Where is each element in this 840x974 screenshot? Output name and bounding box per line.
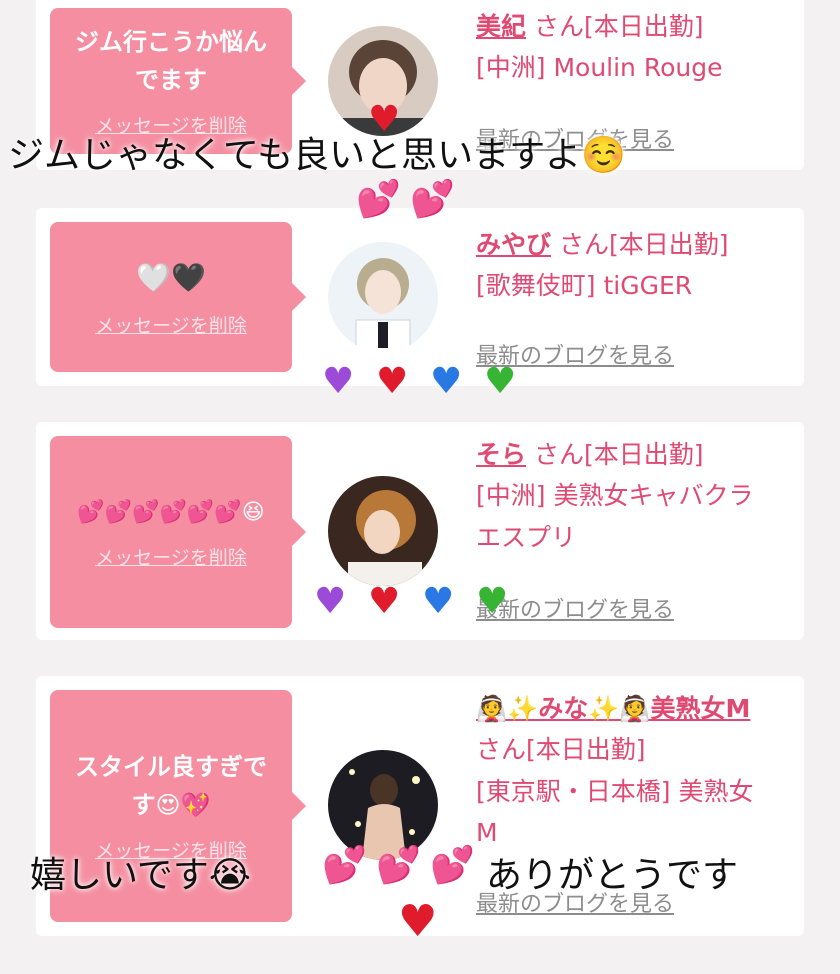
message-text: スタイル良すぎです😍💖 [75,753,267,819]
avatar[interactable] [328,750,438,860]
pink-hearts-sticker: 💕 [376,845,421,886]
message-text: ジム行こうか悩んでます [75,28,267,94]
cast-location: [中洲] 美熟女キャバクラ エスプリ [476,481,754,552]
cast-status: さん[本日出勤] [558,230,729,259]
cast-info: 👰✨みな✨👰美熟女M さん[本日出勤] [東京駅・日本橋] 美熟女 M [476,688,776,853]
cast-name-link[interactable]: そら [476,440,526,469]
cast-info: そら さん[本日出勤] [中洲] 美熟女キャバクラ エスプリ [476,434,776,558]
pink-hearts-sticker: 💕 [356,179,401,220]
cast-status: さん[本日出勤] [476,735,646,765]
green-heart-sticker: ♥ [476,581,509,622]
cast-location: [中洲] Moulin Rouge [476,53,723,83]
cast-location: [東京駅・日本橋] 美熟女 M [476,776,754,847]
red-heart-sticker: ♥ [376,361,409,402]
red-heart-sticker: ♥ [398,896,438,947]
red-heart-sticker: ♥ [368,581,401,622]
message-card: 🤍🖤 メッセージを削除 みやび さん[本日出勤] [歌舞伎町] tiGGER 最… [36,208,804,386]
message-text: 💕💕💕💕💕💕😆 [77,499,265,525]
blue-heart-sticker: ♥ [422,581,455,622]
overlay-caption: 嬉しいです😭 [30,855,251,896]
delete-message-link[interactable]: メッセージを削除 [95,311,247,338]
cast-info: みやび さん[本日出勤] [歌舞伎町] tiGGER [476,224,796,307]
overlay-caption: ジムじゃなくても良いと思いますよ☺️ [8,135,626,176]
avatar[interactable] [328,242,438,352]
cast-location: [歌舞伎町] tiGGER [476,271,693,301]
green-heart-sticker: ♥ [484,361,517,402]
message-text: 🤍🖤 [136,260,206,294]
message-card: 💕💕💕💕💕💕😆 メッセージを削除 そら さん[本日出勤] [中洲] 美熟女キャバ… [36,422,804,640]
purple-heart-sticker: ♥ [314,581,347,622]
cast-info: 美紀 さん[本日出勤] [中洲] Moulin Rouge [476,6,796,89]
message-bubble: 💕💕💕💕💕💕😆 メッセージを削除 [50,436,306,628]
blue-heart-sticker: ♥ [430,361,463,402]
purple-heart-sticker: ♥ [322,361,355,402]
message-bubble: 🤍🖤 メッセージを削除 [50,222,306,372]
cast-name-link[interactable]: 👰✨みな✨👰美熟女M [476,694,750,723]
cast-status: さん[本日出勤] [533,440,704,469]
cast-name-link[interactable]: みやび [476,230,551,259]
pink-hearts-sticker: 💕 [410,179,455,220]
delete-message-link[interactable]: メッセージを削除 [95,543,247,570]
avatar[interactable] [328,476,438,586]
cast-name-link[interactable]: 美紀 [476,12,526,41]
pink-hearts-sticker: 💕 [322,845,367,886]
pink-hearts-sticker: 💕 [430,845,475,886]
overlay-caption: ありがとうです [486,855,739,896]
cast-status: さん[本日出勤] [533,12,704,41]
